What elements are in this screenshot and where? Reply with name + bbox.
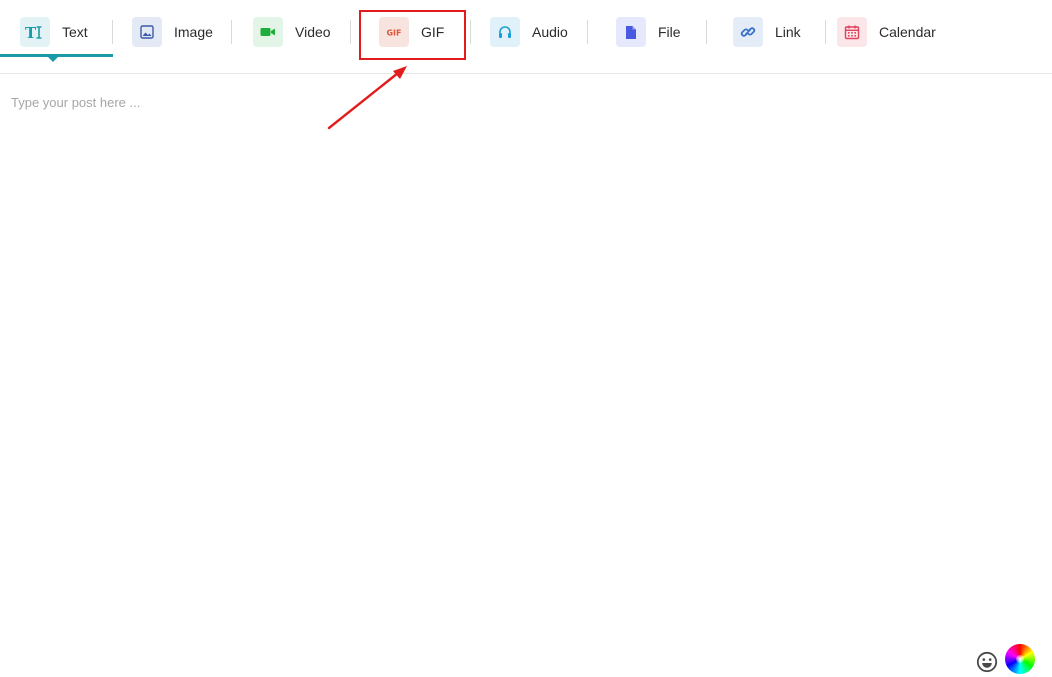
tab-image-label: Image xyxy=(174,24,213,40)
tab-divider xyxy=(825,20,826,44)
tab-gif[interactable]: GIF GIF xyxy=(379,17,444,47)
tab-video-label: Video xyxy=(295,24,331,40)
tab-gif-label: GIF xyxy=(421,24,445,40)
post-composer: T Text Image Video GIF GIF Audio File Li… xyxy=(0,0,1052,677)
tab-text-label: Text xyxy=(62,24,88,40)
gif-icon: GIF xyxy=(379,17,409,47)
tab-calendar[interactable]: Calendar xyxy=(837,17,936,47)
link-icon xyxy=(733,17,763,47)
post-textarea[interactable] xyxy=(0,75,1052,677)
post-type-tabbar: T Text Image Video GIF GIF Audio File Li… xyxy=(0,0,1052,74)
tab-calendar-label: Calendar xyxy=(879,24,936,40)
active-tab-caret xyxy=(48,57,58,62)
tab-divider xyxy=(350,20,351,44)
tab-divider xyxy=(587,20,588,44)
tab-link[interactable]: Link xyxy=(733,17,801,47)
gif-icon-text: GIF xyxy=(386,29,401,38)
tab-file[interactable]: File xyxy=(616,17,681,47)
file-icon xyxy=(616,17,646,47)
color-wheel-icon[interactable] xyxy=(1005,644,1035,674)
tab-link-label: Link xyxy=(775,24,801,40)
tab-divider xyxy=(706,20,707,44)
tab-divider xyxy=(231,20,232,44)
tab-audio-label: Audio xyxy=(532,24,568,40)
svg-text:T: T xyxy=(25,24,37,40)
tab-file-label: File xyxy=(658,24,681,40)
tab-text[interactable]: T Text xyxy=(20,17,88,47)
calendar-icon xyxy=(837,17,867,47)
image-icon xyxy=(132,17,162,47)
headphones-icon xyxy=(490,17,520,47)
tab-video[interactable]: Video xyxy=(253,17,331,47)
video-camera-icon xyxy=(253,17,283,47)
smiley-icon[interactable] xyxy=(976,651,998,673)
text-icon: T xyxy=(20,17,50,47)
tab-image[interactable]: Image xyxy=(132,17,213,47)
tab-audio[interactable]: Audio xyxy=(490,17,568,47)
tab-divider xyxy=(112,20,113,44)
tab-divider xyxy=(470,20,471,44)
